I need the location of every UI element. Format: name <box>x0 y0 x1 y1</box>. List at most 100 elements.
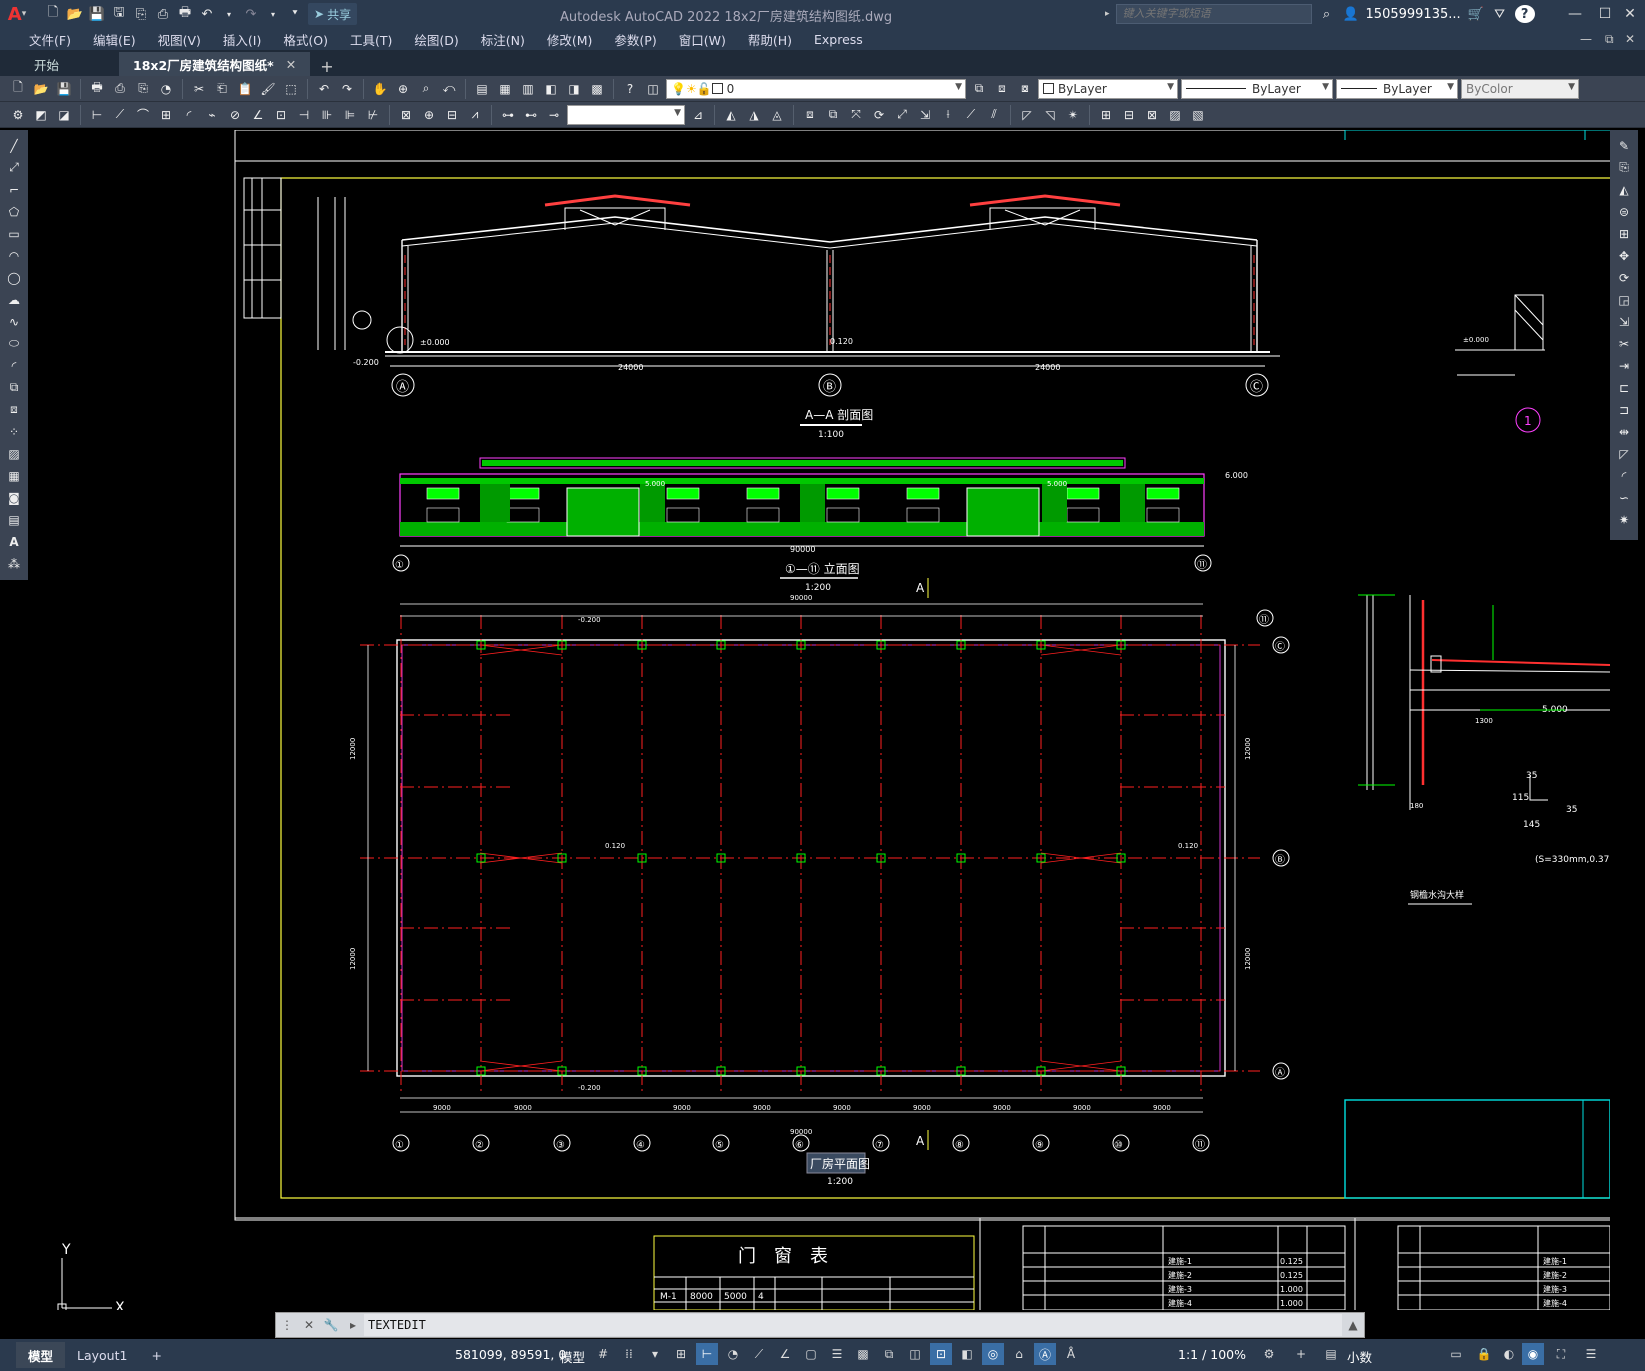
make-block-icon[interactable]: ⧈ <box>4 400 24 419</box>
dim-update-icon[interactable]: ⊸ <box>544 105 564 125</box>
region-icon[interactable]: ◙ <box>4 488 24 507</box>
close-doc-icon[interactable]: ✕ <box>1625 32 1635 46</box>
menu-window[interactable]: 窗口(W) <box>668 30 737 49</box>
break-icon[interactable]: ⊐ <box>1614 400 1634 419</box>
drawing-area[interactable]: 24000 24000 ±0.000 0.120 -0.200 Ⓐ Ⓑ Ⓒ A—… <box>0 130 1610 1310</box>
annotation-visibility-icon[interactable]: ⌂ <box>1008 1343 1030 1365</box>
jogged-dim-icon[interactable]: ⌁ <box>202 105 222 125</box>
cad-drawing[interactable]: 24000 24000 ±0.000 0.120 -0.200 Ⓐ Ⓑ Ⓒ A—… <box>0 130 1610 1310</box>
properties-icon[interactable]: ▤ <box>472 79 492 99</box>
arc-length-icon[interactable]: ⌒ <box>133 105 153 125</box>
open-web-icon[interactable]: ⎘ <box>132 5 150 23</box>
redo-icon[interactable]: ↷ <box>242 5 260 23</box>
radius-dim-icon[interactable]: ◜ <box>179 105 199 125</box>
offset-icon[interactable]: ⧈ <box>800 105 820 125</box>
plotstyle-dropdown[interactable]: ByColor ▼ <box>1461 78 1579 99</box>
arc-icon[interactable]: ◠ <box>4 246 24 265</box>
ordinate-dim-icon[interactable]: ⊞ <box>156 105 176 125</box>
save-icon[interactable]: 💾 <box>88 5 106 23</box>
chevron-up-icon[interactable]: ▲ <box>1342 1314 1364 1336</box>
menu-modify[interactable]: 修改(M) <box>536 30 604 49</box>
annotation-scale[interactable]: 1:1 / 100% <box>1178 1347 1246 1362</box>
gizmo-icon[interactable]: ◎ <box>982 1343 1004 1365</box>
dynamic-input-icon[interactable]: ⊞ <box>670 1343 692 1365</box>
scale-icon[interactable]: ⤢ <box>892 105 912 125</box>
inspection-icon[interactable]: ⊟ <box>442 105 462 125</box>
grip-icon[interactable]: ⋮ <box>276 1314 298 1336</box>
user-label[interactable]: 1505999135... <box>1366 7 1461 22</box>
cart-icon[interactable]: 🛒 <box>1467 5 1485 23</box>
region-icon[interactable]: ▧ <box>1188 105 1208 125</box>
dim-edit-icon[interactable]: ⊶ <box>498 105 518 125</box>
aligned-dim-icon[interactable]: ⟋ <box>110 105 130 125</box>
menu-parametric[interactable]: 参数(P) <box>603 30 667 49</box>
menu-edit[interactable]: 编辑(E) <box>82 30 147 49</box>
undo-icon[interactable]: ↶ <box>314 79 334 99</box>
jogged-linear-icon[interactable]: ⩘ <box>465 105 485 125</box>
copy-icon[interactable]: ⎘ <box>1614 158 1634 177</box>
baseline-dim-icon[interactable]: ⊣ <box>294 105 314 125</box>
lineweight-dropdown[interactable]: ByLayer ▼ <box>1336 78 1458 99</box>
publish-icon[interactable]: ⎘ <box>133 79 153 99</box>
rotate-icon[interactable]: ⟳ <box>869 105 889 125</box>
plot-icon[interactable]: 🖶 <box>176 5 194 23</box>
add-selected-icon[interactable]: ⁂ <box>4 554 24 573</box>
copy-icon[interactable]: ⎗ <box>212 79 232 99</box>
tab-document[interactable]: 18x2厂房建筑结构图纸* ✕ <box>119 52 311 76</box>
new-icon[interactable]: 🗋 <box>44 5 62 23</box>
customize-icon[interactable]: 🔧 <box>320 1314 342 1336</box>
model-space-button[interactable]: 模型 <box>560 1347 585 1366</box>
design-center-icon[interactable]: ▦ <box>495 79 515 99</box>
explode-icon[interactable]: ✷ <box>1614 510 1634 529</box>
fillet-icon[interactable]: ◹ <box>1040 105 1060 125</box>
tool-palettes-icon[interactable]: ▥ <box>518 79 538 99</box>
menu-express[interactable]: Express <box>803 32 874 47</box>
redo-icon[interactable]: ↷ <box>337 79 357 99</box>
user-icon[interactable]: 👤 <box>1342 5 1360 23</box>
new-icon[interactable]: 🗋 <box>8 79 28 99</box>
3d-osnap-icon[interactable]: ◫ <box>904 1343 926 1365</box>
expand-arrow-icon[interactable]: ▸ <box>1105 9 1110 19</box>
units-dropdown[interactable]: 小数 <box>1347 1347 1372 1366</box>
customize-qat-icon[interactable]: ⯆ <box>286 5 304 23</box>
cut-icon[interactable]: ✂ <box>189 79 209 99</box>
layer-match-icon[interactable]: ◪ <box>54 105 74 125</box>
rotate-icon[interactable]: ⟳ <box>1614 268 1634 287</box>
recent-commands-icon[interactable]: ▸ <box>342 1314 364 1336</box>
chamfer-icon[interactable]: ◸ <box>1017 105 1037 125</box>
fillet-icon[interactable]: ◜ <box>1614 466 1634 485</box>
layer-states-icon[interactable]: ◩ <box>31 105 51 125</box>
snap-icon[interactable]: ⁞⁞ <box>618 1343 640 1365</box>
circle-icon[interactable]: ◯ <box>4 268 24 287</box>
help-icon[interactable]: ? <box>1514 5 1535 23</box>
annotation-monitor-icon[interactable]: + <box>1290 1343 1312 1365</box>
customization-icon[interactable]: ☰ <box>1580 1343 1602 1365</box>
sheet-set-icon[interactable]: ◧ <box>541 79 561 99</box>
block-insert-icon[interactable]: ⊞ <box>1096 105 1116 125</box>
open-icon[interactable]: 📂 <box>66 5 84 23</box>
dim-space-icon[interactable]: ⊫ <box>340 105 360 125</box>
color-dropdown[interactable]: ByLayer ▼ <box>1038 78 1178 99</box>
construction-line-icon[interactable]: ⤢ <box>4 158 24 177</box>
object-snap-tracking-icon[interactable]: ∠ <box>774 1343 796 1365</box>
save-web-icon[interactable]: ⎙ <box>154 5 172 23</box>
lock-ui-icon[interactable]: 🔒 <box>1473 1343 1495 1365</box>
dim-style-icon[interactable]: ⊿ <box>688 105 708 125</box>
stretch-icon[interactable]: ⇲ <box>915 105 935 125</box>
autocad-logo-icon[interactable]: A ▾ <box>0 0 34 28</box>
annotation-scale-icon[interactable]: Å <box>1060 1343 1082 1365</box>
erase-icon[interactable]: ◭ <box>721 105 741 125</box>
erase-icon[interactable]: ✎ <box>1614 136 1634 155</box>
menu-insert[interactable]: 插入(I) <box>212 30 272 49</box>
trim-icon[interactable]: ⟊ <box>938 105 958 125</box>
break-icon[interactable]: ⫽ <box>984 105 1004 125</box>
paste-icon[interactable]: 📋 <box>235 79 255 99</box>
restore-doc-icon[interactable]: — <box>1580 32 1592 46</box>
break-at-point-icon[interactable]: ⊏ <box>1614 378 1634 397</box>
line-icon[interactable]: ╱ <box>4 136 24 155</box>
match-properties-icon[interactable]: 🖌 <box>258 79 278 99</box>
stretch-icon[interactable]: ⇲ <box>1614 312 1634 331</box>
calculator-icon[interactable]: ▩ <box>587 79 607 99</box>
polygon-icon[interactable]: ⬠ <box>4 202 24 221</box>
share-button[interactable]: ➤ 共享 <box>308 3 358 25</box>
